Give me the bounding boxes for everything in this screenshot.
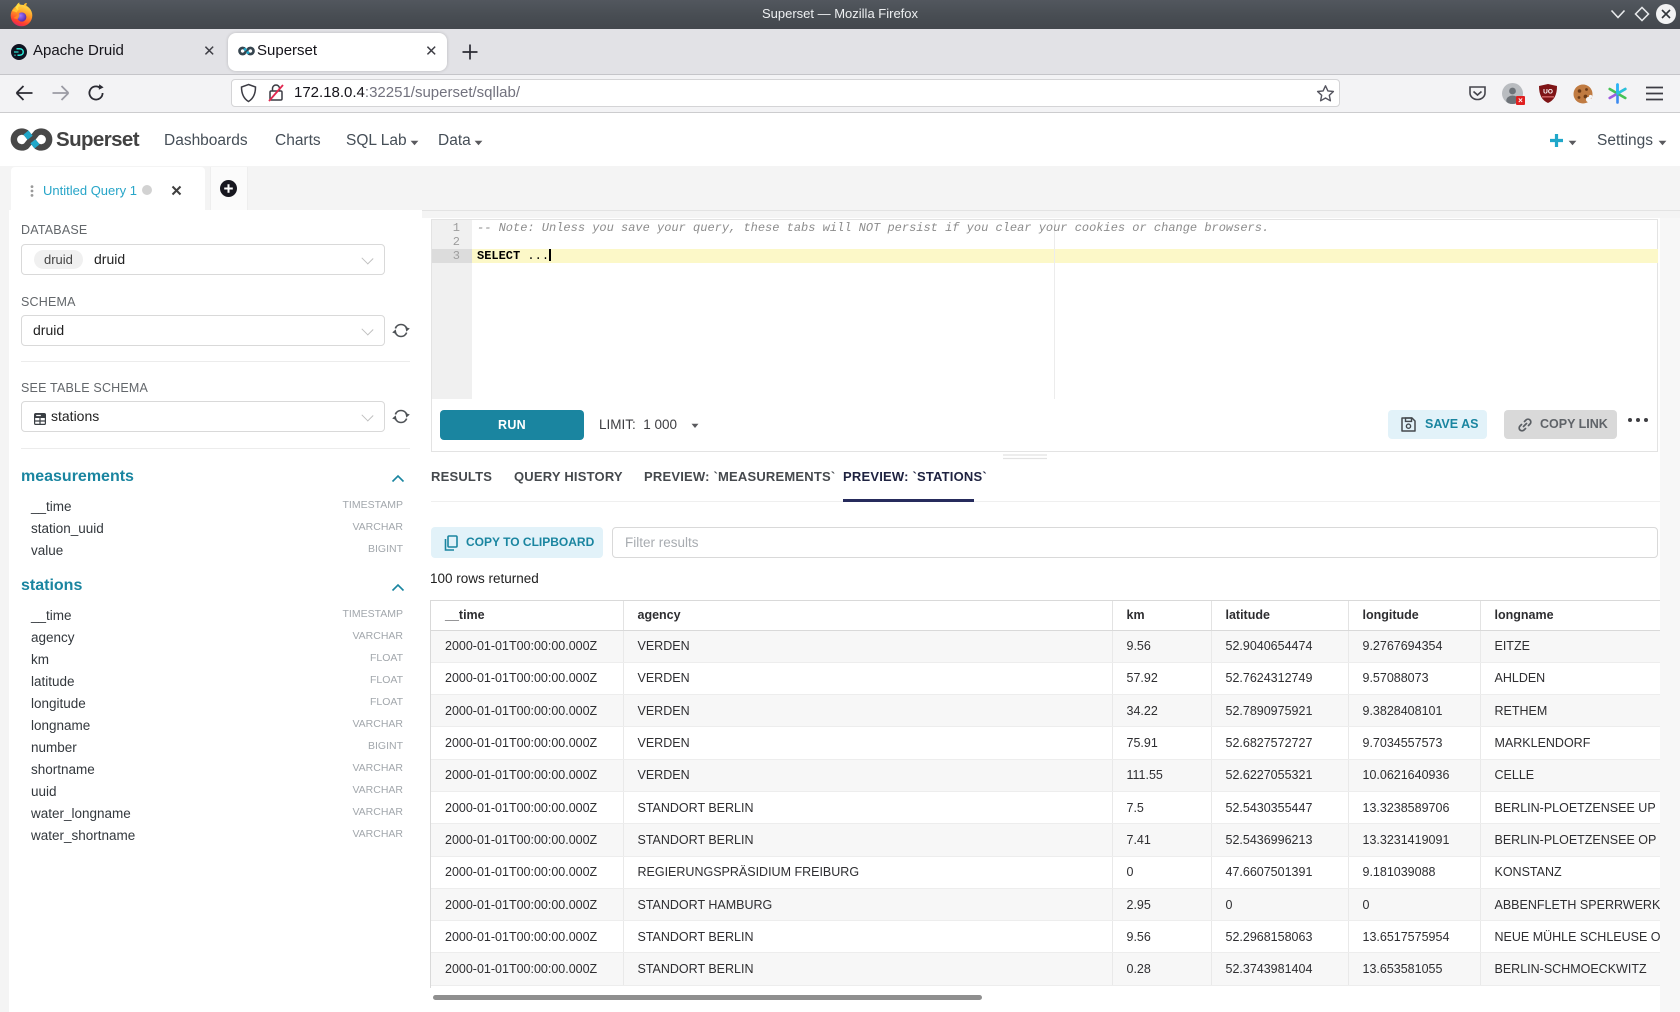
svg-text:UO: UO xyxy=(1543,89,1553,96)
